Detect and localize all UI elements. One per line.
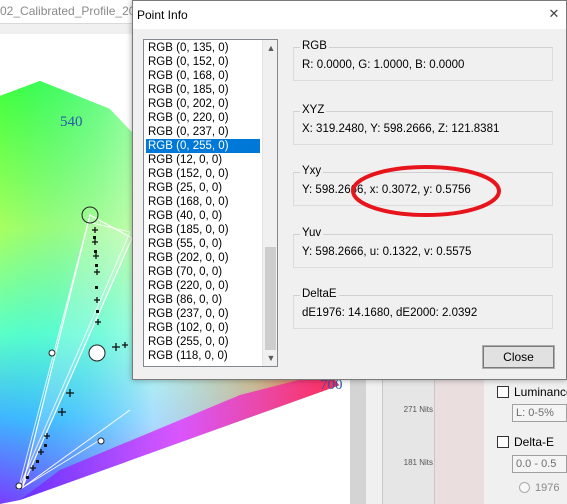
nits-label: 271 Nits — [403, 405, 433, 414]
rgb-value: R: 0.0000, G: 1.0000, B: 0.0000 — [302, 59, 465, 71]
list-item[interactable]: RGB (86, 0, 0) — [146, 293, 260, 307]
point-info-dialog: Point Info ✕ RGB (0, 135, 0) RGB (0, 152,… — [132, 0, 567, 380]
deltae-group-title: DeltaE — [300, 288, 339, 300]
scrollbar-thumb[interactable] — [265, 247, 276, 350]
scroll-up-icon[interactable]: ▲ — [263, 40, 277, 56]
list-item[interactable]: RGB (255, 0, 0) — [146, 335, 260, 349]
xyz-value: X: 319.2480, Y: 598.2666, Z: 121.8381 — [302, 123, 500, 135]
marker-dot — [48, 349, 56, 357]
nits-label: 181 Nits — [403, 458, 433, 467]
deltae-checkbox[interactable] — [497, 436, 509, 448]
luminance-range-select[interactable]: L: 0-5% — [512, 404, 567, 422]
yuv-group: Yuv Y: 598.2666, u: 0.1322, v: 0.5575 — [293, 227, 553, 268]
list-item[interactable]: RGB (25, 0, 0) — [146, 181, 260, 195]
color-point-list[interactable]: RGB (0, 135, 0) RGB (0, 152, 0) RGB (0, 16… — [143, 39, 278, 367]
yxy-group-title: Yxy — [300, 165, 324, 177]
yxy-group: Yxy Y: 598.2666, x: 0.3072, y: 0.5756 — [293, 165, 553, 206]
rgb-group: RGB R: 0.0000, G: 1.0000, B: 0.0000 — [293, 40, 553, 81]
yuv-value: Y: 598.2666, u: 0.1322, v: 0.5575 — [302, 246, 472, 258]
dialog-title: Point Info — [137, 8, 188, 22]
rgb-group-title: RGB — [300, 40, 329, 52]
luminance-label: Luminance — [514, 385, 567, 399]
deltae-group: DeltaE dE1976: 14.1680, dE2000: 2.0392 — [293, 288, 553, 329]
dialog-titlebar[interactable]: Point Info ✕ — [133, 1, 566, 29]
list-item[interactable]: RGB (220, 0, 0) — [146, 279, 260, 293]
list-item[interactable]: RGB (12, 0, 0) — [146, 153, 260, 167]
luminance-scale: 271 Nits 181 Nits — [382, 380, 434, 504]
list-item[interactable]: RGB (237, 0, 0) — [146, 307, 260, 321]
yuv-group-title: Yuv — [300, 227, 324, 239]
list-item[interactable]: RGB (185, 0, 0) — [146, 223, 260, 237]
list-item[interactable]: RGB (0, 255, 0) — [146, 139, 260, 153]
list-item[interactable]: RGB (168, 0, 0) — [146, 195, 260, 209]
filter-options-panel: Luminance L: 0-5% Delta-E 0.0 - 0.5 1976 — [484, 380, 567, 504]
list-item[interactable]: RGB (0, 237, 0) — [146, 125, 260, 139]
luminance-checkbox[interactable] — [497, 386, 509, 398]
deltae-range-select[interactable]: 0.0 - 0.5 — [512, 455, 567, 473]
wavelength-label-540: 540 — [60, 114, 83, 130]
scroll-down-icon[interactable]: ▼ — [263, 350, 277, 366]
close-icon[interactable]: ✕ — [547, 7, 561, 21]
list-item[interactable]: RGB (0, 220, 0) — [146, 111, 260, 125]
list-item[interactable]: RGB (0, 135, 0) — [146, 41, 260, 55]
xyz-group: XYZ X: 319.2480, Y: 598.2666, Z: 121.838… — [293, 104, 553, 145]
list-item[interactable]: RGB (0, 168, 0) — [146, 69, 260, 83]
list-item[interactable]: RGB (0, 185, 0) — [146, 83, 260, 97]
list-item[interactable]: RGB (202, 0, 0) — [146, 251, 260, 265]
list-item[interactable]: RGB (55, 0, 0) — [146, 237, 260, 251]
list-item[interactable]: RGB (0, 152, 0) — [146, 55, 260, 69]
white-point-circle — [88, 344, 106, 362]
list-item[interactable]: RGB (0, 202, 0) — [146, 97, 260, 111]
marker-dot — [15, 482, 23, 490]
radio-1976[interactable] — [519, 482, 530, 493]
deltae-label: Delta-E — [514, 435, 555, 449]
list-item[interactable]: RGB (40, 0, 0) — [146, 209, 260, 223]
list-item[interactable]: RGB (70, 0, 0) — [146, 265, 260, 279]
list-item[interactable]: RGB (152, 0, 0) — [146, 167, 260, 181]
radio-1976-label: 1976 — [535, 482, 560, 494]
xyz-group-title: XYZ — [300, 104, 327, 116]
marker-dot — [97, 437, 105, 445]
yxy-value: Y: 598.2666, x: 0.3072, y: 0.5756 — [302, 184, 471, 196]
background-window-title: 02_Calibrated_Profile_201 — [0, 4, 143, 18]
list-item[interactable]: RGB (102, 0, 0) — [146, 321, 260, 335]
close-button[interactable]: Close — [482, 345, 555, 369]
deltae-value: dE1976: 14.1680, dE2000: 2.0392 — [302, 307, 478, 319]
list-item[interactable]: RGB (118, 0, 0) — [146, 349, 260, 363]
luminance-bar — [434, 380, 484, 504]
list-scrollbar[interactable]: ▲ ▼ — [262, 40, 277, 366]
